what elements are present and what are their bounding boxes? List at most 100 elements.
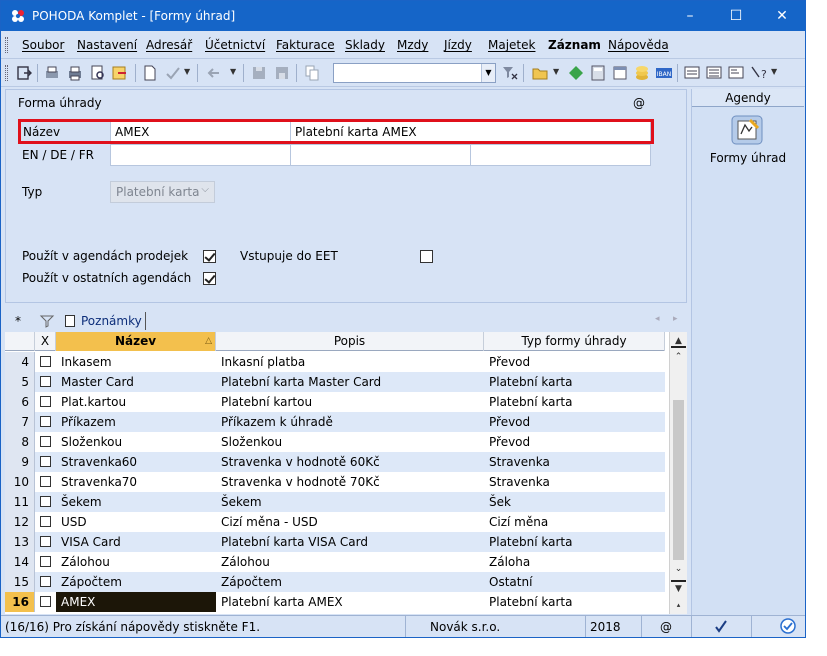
folder-icon[interactable] — [531, 64, 549, 82]
cell-typ[interactable]: Platební karta — [484, 532, 665, 552]
minimize-button[interactable]: – — [667, 1, 713, 31]
maximize-button[interactable]: ☐ — [713, 1, 759, 31]
menu-mzdy[interactable]: Mzdy — [397, 38, 428, 52]
cell-nazev[interactable]: AMEX — [56, 592, 216, 612]
table-row[interactable]: 10 Stravenka70 Stravenka v hodnotě 70Kč Str… — [5, 472, 665, 492]
table-row[interactable]: 11 Šekem Šekem Šek — [5, 492, 665, 512]
scroll-up-icon[interactable]: ⌃ — [671, 350, 686, 364]
preview-icon[interactable] — [89, 64, 107, 82]
cell-nazev[interactable]: Složenkou — [56, 432, 216, 452]
menu-majetek[interactable]: Majetek — [488, 38, 535, 52]
menu-napoveda[interactable]: Nápověda — [608, 38, 669, 52]
cell-popis[interactable]: Platební karta Master Card — [216, 372, 484, 392]
print-icon[interactable] — [66, 64, 84, 82]
cell-nazev[interactable]: Master Card — [56, 372, 216, 392]
cell-typ[interactable]: Stravenka — [484, 472, 665, 492]
help-icon[interactable]: ? — [749, 64, 767, 82]
scroll-bottom-icon[interactable]: ▼ — [671, 580, 686, 594]
tab-next-icon[interactable]: ▸ — [673, 314, 678, 324]
scroll-top-icon[interactable]: ▲ — [671, 334, 686, 348]
scroll-thumb[interactable] — [673, 400, 684, 560]
menu-ucetnictvi[interactable]: Účetnictví — [205, 38, 265, 52]
help-dropdown-icon[interactable]: ▼ — [771, 67, 777, 76]
cell-popis[interactable]: Šekem — [216, 492, 484, 512]
title-bar[interactable]: POHODA Komplet - [Formy úhrad] – ☐ ✕ — [1, 1, 805, 31]
table-row[interactable]: 13 VISA Card Platební karta VISA Card Plate… — [5, 532, 665, 552]
cell-popis[interactable]: Cizí měna - USD — [216, 512, 484, 532]
eet-checkbox[interactable] — [420, 250, 433, 263]
list-icon[interactable] — [705, 64, 723, 82]
table-row[interactable]: 9 Stravenka60 Stravenka v hodnotě 60Kč Stra… — [5, 452, 665, 472]
cell-nazev[interactable]: Stravenka70 — [56, 472, 216, 492]
filter-tab-icon[interactable] — [39, 313, 55, 329]
row-checkbox[interactable] — [40, 516, 51, 527]
print-preview-icon[interactable] — [43, 64, 61, 82]
col-nazev[interactable]: Název △ — [56, 332, 216, 351]
table-row[interactable]: 5 Master Card Platební karta Master Card Pl… — [5, 372, 665, 392]
cell-popis[interactable]: Inkasní platba — [216, 352, 484, 372]
filter-icon[interactable] — [501, 64, 519, 82]
payment-forms-icon[interactable] — [730, 114, 764, 146]
export-icon[interactable] — [111, 64, 129, 82]
cell-typ[interactable]: Převod — [484, 352, 665, 372]
cell-popis[interactable]: Platební kartou — [216, 392, 484, 412]
cell-popis[interactable]: Platební karta AMEX — [216, 592, 484, 612]
iban-icon[interactable]: IBAN — [655, 64, 673, 82]
cell-popis[interactable]: Platební karta VISA Card — [216, 532, 484, 552]
col-typ[interactable]: Typ formy úhrady — [484, 332, 665, 351]
row-checkbox[interactable] — [40, 456, 51, 467]
menu-grip[interactable] — [5, 37, 8, 53]
cell-nazev[interactable]: Inkasem — [56, 352, 216, 372]
cell-typ[interactable]: Převod — [484, 412, 665, 432]
cell-typ[interactable]: Šek — [484, 492, 665, 512]
table-row[interactable]: 7 Příkazem Příkazem k úhradě Převod — [5, 412, 665, 432]
quick-search-combo[interactable]: ▼ — [333, 63, 496, 83]
toolbar-grip[interactable] — [5, 65, 8, 81]
table-row[interactable]: 14 Zálohou Zálohou Záloha — [5, 552, 665, 572]
cell-nazev[interactable]: USD — [56, 512, 216, 532]
menu-fakturace[interactable]: Fakturace — [276, 38, 335, 52]
cell-typ[interactable]: Cizí měna — [484, 512, 665, 532]
cell-nazev[interactable]: Příkazem — [56, 412, 216, 432]
status-check[interactable] — [692, 616, 752, 637]
row-checkbox[interactable] — [40, 416, 51, 427]
table-row[interactable]: 12 USD Cizí měna - USD Cizí měna — [5, 512, 665, 532]
cell-nazev[interactable]: Plat.kartou — [56, 392, 216, 412]
tab-prev-icon[interactable]: ◂ — [655, 314, 660, 324]
menu-jizdy[interactable]: Jízdy — [444, 38, 472, 52]
row-checkbox[interactable] — [40, 436, 51, 447]
cell-typ[interactable]: Platební karta — [484, 372, 665, 392]
row-checkbox[interactable] — [40, 376, 51, 387]
use-sales-checkbox[interactable] — [203, 250, 216, 263]
table-row[interactable]: 8 Složenkou Složenkou Převod — [5, 432, 665, 452]
cell-popis[interactable]: Příkazem k úhradě — [216, 412, 484, 432]
lang-en-input[interactable] — [110, 144, 291, 166]
status-ok[interactable] — [752, 616, 805, 637]
table-row[interactable]: 6 Plat.kartou Platební kartou Platební kart… — [5, 392, 665, 412]
table-row[interactable]: 15 Zápočtem Zápočtem Ostatní — [5, 572, 665, 592]
row-checkbox[interactable] — [40, 556, 51, 567]
use-other-checkbox[interactable] — [203, 272, 216, 285]
tab-star[interactable]: * — [7, 312, 29, 330]
coins-icon[interactable] — [633, 64, 651, 82]
scroll-down-icon[interactable]: ⌄ — [671, 562, 686, 576]
cell-nazev[interactable]: Zálohou — [56, 552, 216, 572]
row-checkbox[interactable] — [40, 396, 51, 407]
col-x[interactable]: X — [35, 332, 56, 351]
row-checkbox[interactable] — [40, 576, 51, 587]
cell-nazev[interactable]: Zápočtem — [56, 572, 216, 592]
menu-adresar[interactable]: Adresář — [146, 38, 192, 52]
table-row[interactable]: 4 Inkasem Inkasní platba Převod — [5, 352, 665, 372]
window-icon[interactable] — [683, 64, 701, 82]
cell-nazev[interactable]: Stravenka60 — [56, 452, 216, 472]
cell-typ[interactable]: Ostatní — [484, 572, 665, 592]
close-button[interactable]: ✕ — [759, 1, 805, 31]
cell-popis[interactable]: Složenkou — [216, 432, 484, 452]
cell-typ[interactable]: Záloha — [484, 552, 665, 572]
diamond-icon[interactable] — [567, 64, 585, 82]
scroll-corner-icon[interactable]: ▴ — [671, 598, 686, 612]
cell-typ[interactable]: Platební karta — [484, 592, 665, 612]
menu-sklady[interactable]: Sklady — [345, 38, 385, 52]
cell-popis[interactable]: Stravenka v hodnotě 60Kč — [216, 452, 484, 472]
combo-arrow-icon[interactable]: ▼ — [481, 64, 495, 82]
